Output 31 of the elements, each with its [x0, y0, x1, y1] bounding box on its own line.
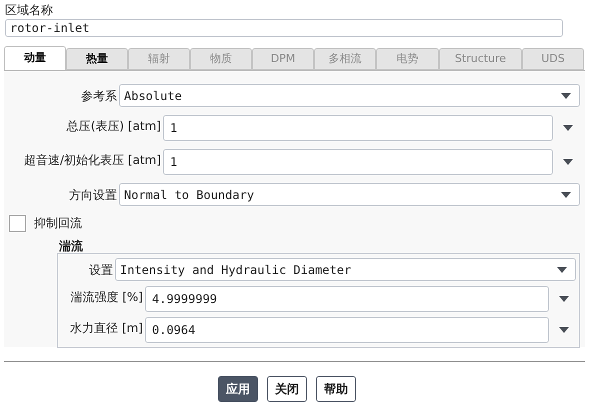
field-label: 参考系: [80, 88, 118, 104]
dropdown[interactable]: Intensity and Hydraulic Diameter: [115, 258, 576, 281]
number-field[interactable]: 1: [163, 115, 553, 141]
number-field[interactable]: 4.9999999: [145, 286, 549, 312]
number-field[interactable]: 0.0964: [145, 317, 549, 343]
dropdown-arrow-icon[interactable]: [559, 296, 569, 302]
dropdown-arrow-icon[interactable]: [563, 159, 573, 165]
dialog-button[interactable]: 应用: [218, 376, 258, 402]
checkbox-label: 抑制回流: [34, 215, 82, 232]
zone-name-field[interactable]: rotor-inlet: [5, 19, 563, 37]
dropdown-arrow-icon[interactable]: [563, 125, 573, 131]
field-label: 方向设置: [68, 186, 118, 202]
number-field[interactable]: 1: [163, 149, 553, 175]
group-title: 湍流: [59, 239, 84, 253]
dropdown[interactable]: Absolute: [119, 84, 580, 107]
dropdown-arrow-icon[interactable]: [561, 192, 571, 198]
dropdown-arrow-icon[interactable]: [561, 92, 571, 98]
field-label: 总压(表压) [atm]: [66, 118, 162, 134]
field-label: 区域名称: [5, 2, 54, 18]
tab[interactable]: 热量: [66, 48, 128, 70]
dialog-button[interactable]: 帮助: [316, 376, 356, 402]
checkbox[interactable]: [9, 214, 26, 232]
field-label: 湍流强度 [%]: [69, 289, 144, 305]
dropdown-arrow-icon[interactable]: [559, 327, 569, 333]
field-label: 设置: [88, 262, 114, 278]
dropdown-arrow-icon[interactable]: [557, 266, 567, 272]
dialog-button[interactable]: 关闭: [267, 376, 307, 402]
dropdown[interactable]: Normal to Boundary: [119, 183, 580, 206]
field-label: 超音速/初始化表压 [atm]: [23, 152, 162, 168]
tab[interactable]: 动量: [4, 46, 66, 70]
field-label: 水力直径 [m]: [69, 320, 144, 336]
